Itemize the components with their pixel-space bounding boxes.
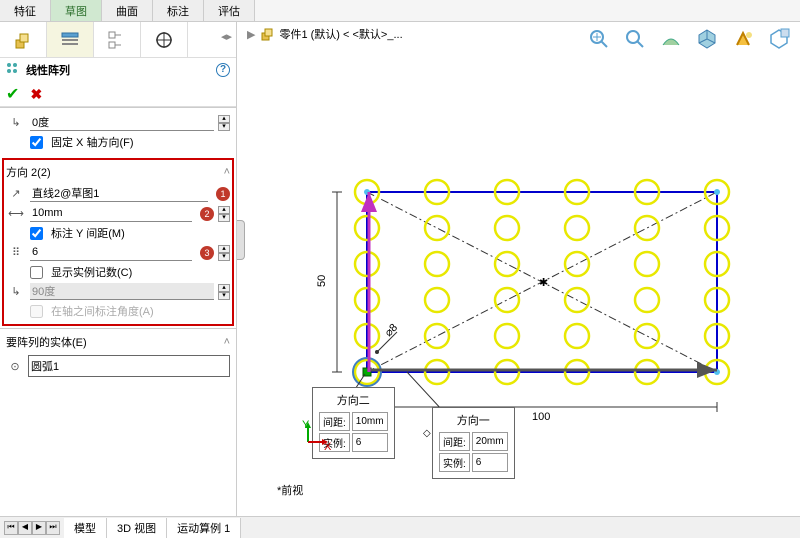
tab-model[interactable]: 模型 — [64, 518, 107, 538]
tab-annotate[interactable]: 标注 — [153, 0, 204, 21]
tab-sketch[interactable]: 草图 — [51, 0, 102, 21]
tab-feature[interactable]: 特征 — [0, 0, 51, 21]
dim-width[interactable]: 100 — [532, 411, 550, 423]
cancel-button[interactable]: ✖ — [30, 86, 42, 102]
fix-x-checkbox[interactable] — [30, 136, 43, 149]
part-icon — [259, 26, 275, 42]
display-style-icon[interactable] — [728, 24, 758, 54]
center-mark: ✱ — [539, 277, 548, 289]
mark-y-checkbox[interactable] — [30, 227, 43, 240]
mark-angle-label: 在轴之间标注角度(A) — [51, 303, 154, 319]
show-count-checkbox[interactable] — [30, 266, 43, 279]
badge-3: 3 — [200, 246, 214, 260]
svg-text:X: X — [324, 441, 332, 453]
nav-first-icon[interactable]: ⏮ — [4, 521, 18, 535]
dir2-angle-spinner: ▴▾ — [218, 284, 230, 300]
zoom-fit-icon[interactable] — [584, 24, 614, 54]
tab-evaluate[interactable]: 评估 — [204, 0, 255, 21]
view-orientation-icon[interactable] — [692, 24, 722, 54]
entity-icon: ⊙ — [6, 360, 24, 373]
show-count-label: 显示实例记数(C) — [51, 264, 132, 280]
ok-button[interactable]: ✔ — [6, 86, 19, 103]
angle2-icon: ↳ — [6, 285, 26, 298]
badge-1: 1 — [216, 187, 230, 201]
dir1-angle-spinner[interactable]: ▴▾ — [218, 115, 230, 131]
feature-tree-tab-icon[interactable] — [0, 22, 47, 57]
zoom-area-icon[interactable] — [620, 24, 650, 54]
entities-header[interactable]: 要阵列的实体(E) ˄ — [6, 332, 230, 352]
linear-pattern-icon — [6, 62, 22, 78]
chevron-up-icon: ˄ — [224, 166, 230, 178]
tab-surface[interactable]: 曲面 — [102, 0, 153, 21]
hide-show-icon[interactable] — [764, 24, 794, 54]
config-tab-icon[interactable] — [94, 22, 141, 57]
chevron-up-icon: ˄ — [224, 336, 230, 348]
nav-next-icon[interactable]: ▶ — [32, 521, 46, 535]
view-label: *前视 — [277, 482, 303, 498]
dir2-header[interactable]: 方向 2(2) ˄ — [6, 162, 230, 182]
dim-height[interactable]: 50 — [316, 275, 328, 287]
direction-icon[interactable]: ↗ — [6, 187, 26, 200]
badge-2: 2 — [200, 207, 214, 221]
nav-prev-icon[interactable]: ◀ — [18, 521, 32, 535]
dir2-group-highlight: 方向 2(2) ˄ ↗ 1 ⟷ 2 ▴▾ 标注 Y 间距(M) ⠿ — [2, 158, 234, 326]
panel-expand-icon[interactable]: ◂▸ — [188, 22, 236, 57]
dir2-dist-spinner[interactable]: ▴▾ — [218, 206, 230, 222]
property-manager-tab-icon[interactable] — [47, 22, 94, 57]
drag-handle-icon[interactable]: ◇ — [423, 428, 431, 439]
count-icon: ⠿ — [6, 246, 26, 259]
crumb-arrow-icon[interactable]: ▶ — [247, 28, 255, 41]
entities-list[interactable]: 圆弧1 — [28, 355, 230, 377]
distance-icon: ⟷ — [6, 207, 26, 220]
property-manager-panel: ◂▸ 线性阵列 ? ✔ ✖ ↳ ▴▾ 固定 X 轴方向(F) 方 — [0, 22, 237, 516]
dim-diameter[interactable]: ⌀8 — [383, 322, 401, 340]
tab-motion[interactable]: 运动算例 1 — [167, 518, 241, 538]
dir2-count-spinner[interactable]: ▴▾ — [218, 245, 230, 261]
mark-y-label: 标注 Y 间距(M) — [51, 225, 125, 241]
view-triad[interactable]: YX — [300, 420, 330, 450]
section-view-icon[interactable] — [656, 24, 686, 54]
help-icon[interactable]: ? — [216, 63, 230, 77]
svg-text:Y: Y — [302, 419, 310, 431]
fix-x-label: 固定 X 轴方向(F) — [51, 134, 134, 150]
nav-last-icon[interactable]: ⏭ — [46, 521, 60, 535]
dir1-infobox[interactable]: 方向一 ◇ 间距:20mm 实例:6 — [432, 407, 515, 479]
pm-title: 线性阵列 — [26, 62, 70, 78]
dir2-ref-input[interactable] — [30, 185, 208, 202]
view-toolbar — [584, 24, 794, 54]
angle-icon: ↳ — [6, 116, 26, 129]
panel-resize-handle[interactable] — [237, 220, 245, 260]
ribbon-tabs: 特征 草图 曲面 标注 评估 — [0, 0, 800, 22]
mark-angle-checkbox — [30, 305, 43, 318]
dir1-angle-input[interactable] — [30, 114, 214, 131]
dimxpert-tab-icon[interactable] — [141, 22, 188, 57]
bottom-tabs: ⏮ ◀ ▶ ⏭ 模型 3D 视图 运动算例 1 — [0, 516, 800, 538]
dir2-angle-input — [30, 283, 214, 300]
dir2-dist-input[interactable] — [30, 205, 192, 222]
tab-3dview[interactable]: 3D 视图 — [107, 518, 167, 538]
breadcrumb-part[interactable]: 零件1 (默认) < <默认>_... — [279, 26, 402, 42]
pm-header: 线性阵列 ? — [0, 58, 236, 82]
dir2-count-input[interactable] — [30, 244, 192, 261]
